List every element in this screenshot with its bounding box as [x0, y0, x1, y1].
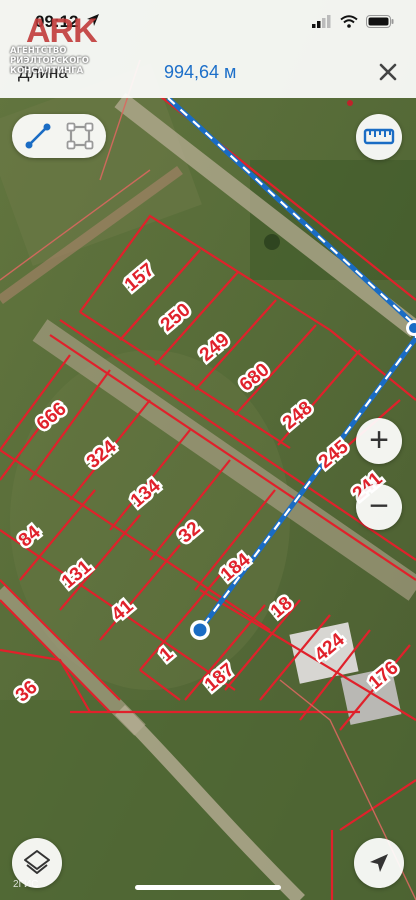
- battery-icon: [366, 15, 394, 28]
- measure-tool-group: [12, 114, 106, 158]
- navigation-button[interactable]: [354, 838, 404, 888]
- cellular-signal-icon: [312, 15, 331, 28]
- ruler-button[interactable]: [356, 114, 402, 160]
- map-attribution: 2ГИС: [13, 879, 39, 890]
- polygon-tool-icon[interactable]: [64, 120, 96, 152]
- measurement-bar: Длина 994,64 м: [0, 46, 416, 98]
- location-arrow-icon: [87, 14, 99, 26]
- measure-label: Длина: [18, 63, 68, 82]
- measure-value: 994,64 м: [164, 62, 237, 82]
- zoom-in-button[interactable]: +: [356, 418, 402, 464]
- home-indicator[interactable]: [135, 885, 281, 890]
- ruler-icon: [363, 128, 395, 145]
- wifi-icon: [340, 15, 358, 28]
- status-bar: 09:12: [0, 0, 416, 46]
- close-icon[interactable]: [376, 60, 400, 84]
- navigation-arrow-icon: [370, 854, 388, 872]
- line-tool-icon[interactable]: [22, 120, 54, 152]
- zoom-out-button[interactable]: −: [356, 484, 402, 530]
- status-time: 09:12: [35, 12, 79, 31]
